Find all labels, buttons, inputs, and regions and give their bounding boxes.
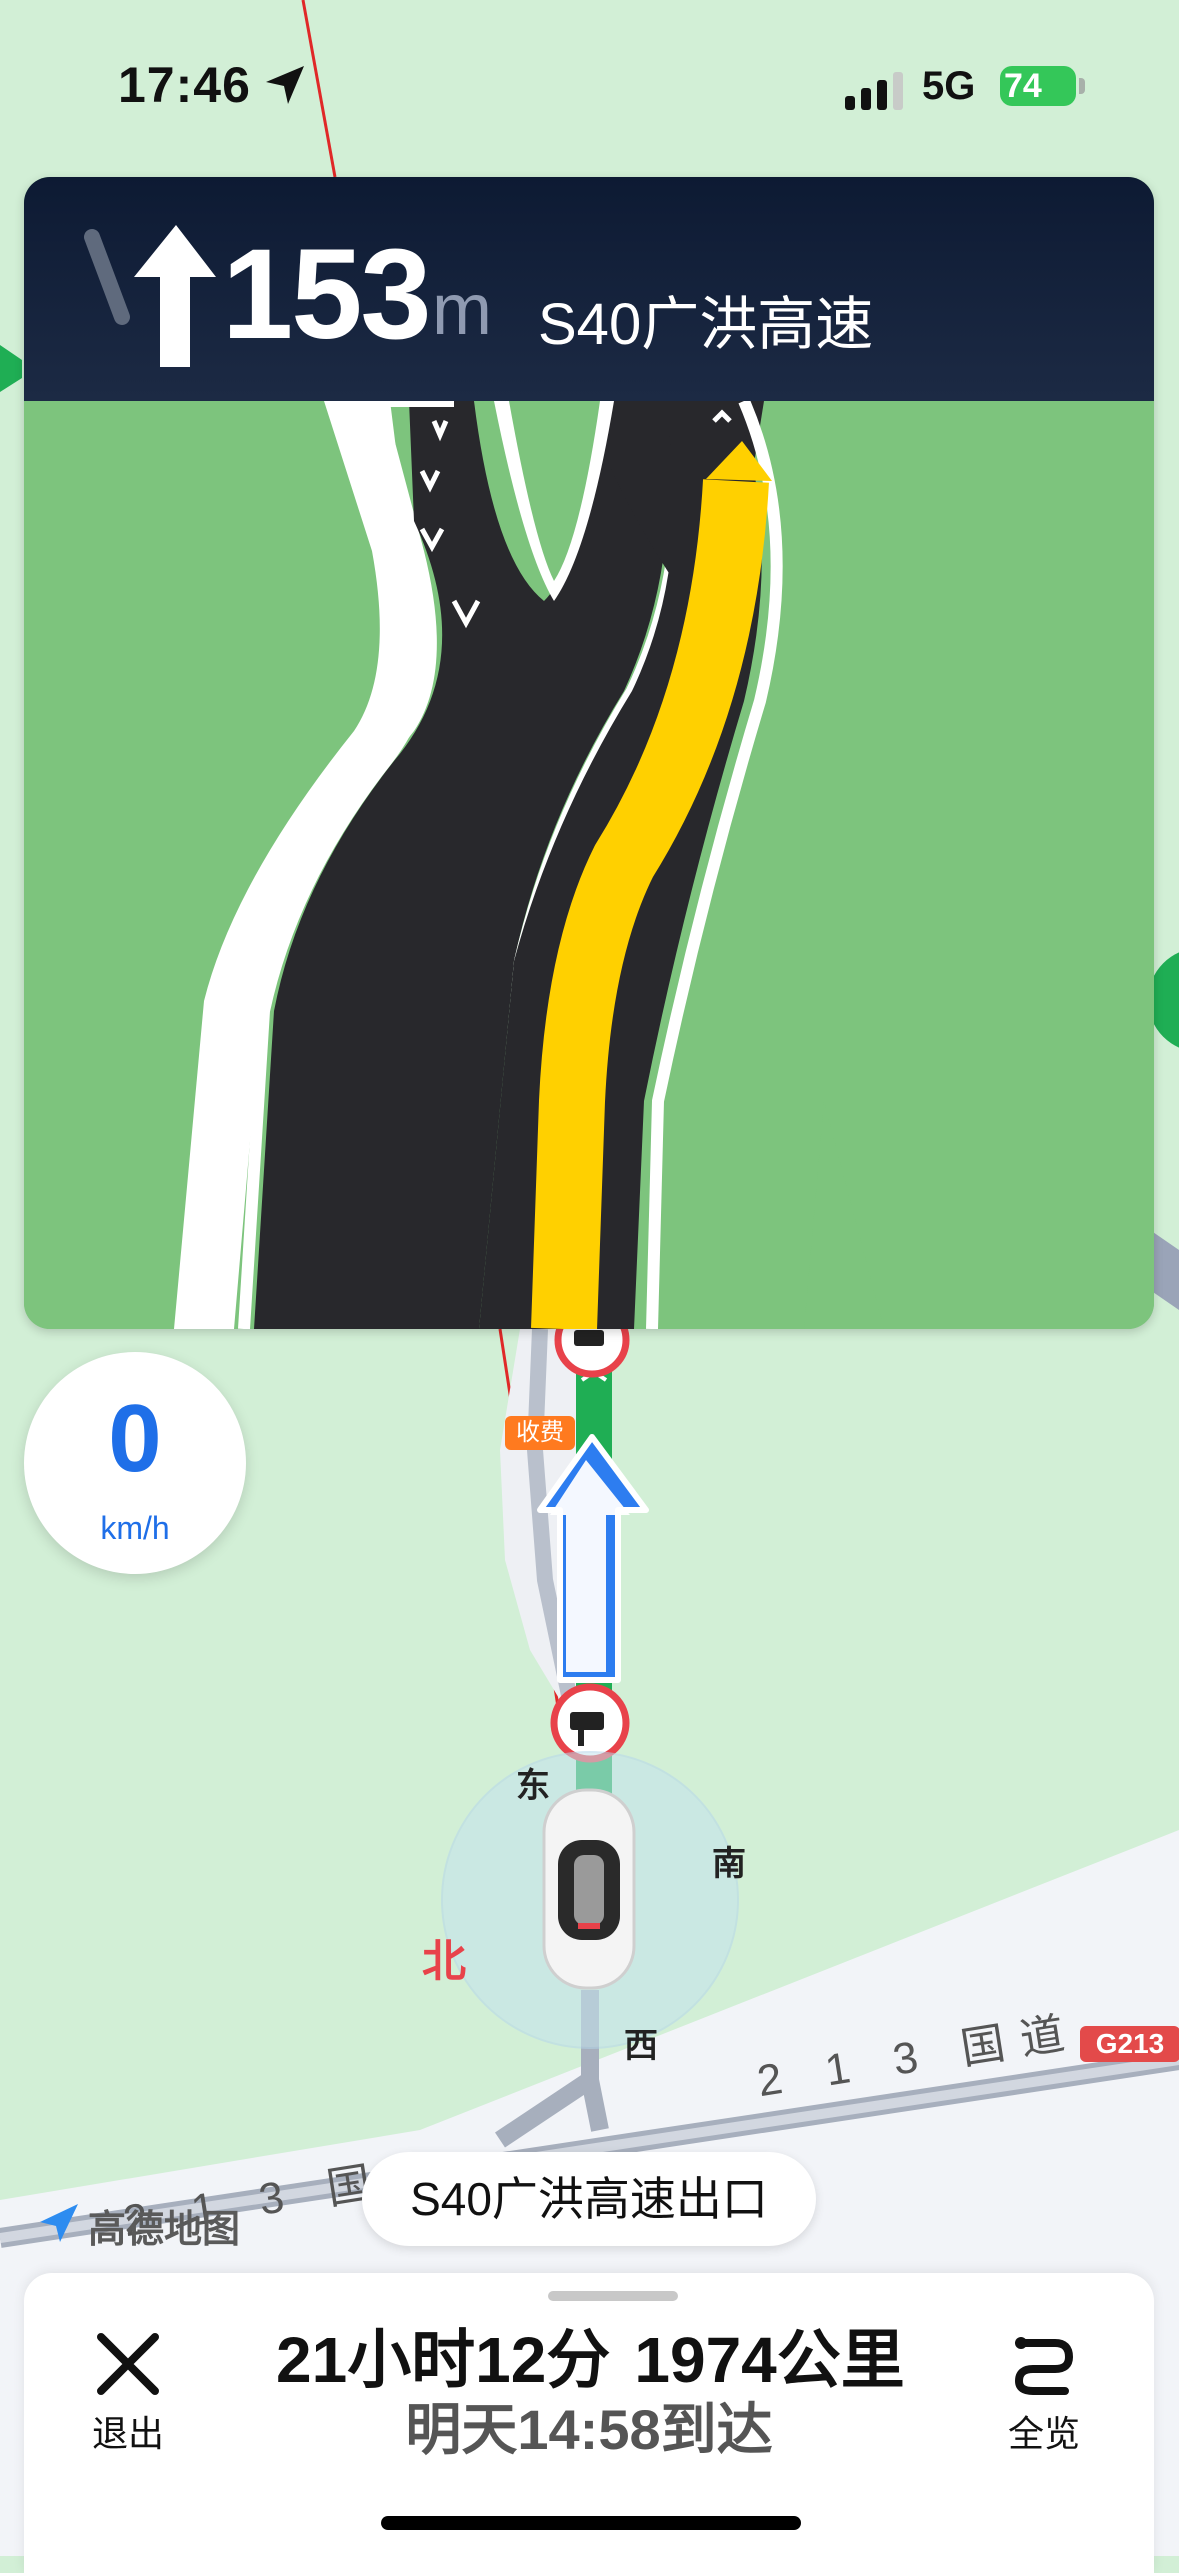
distance-unit: m: [432, 270, 492, 350]
guidance-header: 153 m S40广洪高速: [24, 177, 1154, 401]
brand-logo: 高德地图: [38, 2198, 258, 2251]
guidance-panel[interactable]: 153 m S40广洪高速: [24, 177, 1154, 1329]
signal-icon: [845, 72, 903, 110]
battery-charging-icon: 74: [1000, 66, 1076, 106]
location-arrow-icon: [266, 66, 304, 104]
overview-label: 全览: [1007, 2413, 1080, 2454]
speed-value: 0: [108, 1385, 162, 1492]
network-type: 5G: [922, 64, 976, 108]
speed-indicator: 0 km/h: [24, 1352, 246, 1574]
overview-button[interactable]: 全览: [984, 2313, 1104, 2463]
distance-value: 153: [222, 223, 432, 366]
brand-text: 高德地图: [88, 2209, 241, 2251]
battery-level: 74: [1004, 67, 1042, 105]
speed-unit: km/h: [100, 1510, 170, 1546]
status-bar: 17:46 5G 74: [0, 0, 1179, 170]
compass-south: 南: [712, 1845, 746, 1883]
compass-north: 北: [422, 1937, 466, 1986]
home-indicator[interactable]: [381, 2516, 801, 2530]
compass-west: 西: [624, 2027, 658, 2065]
arrival-time: 明天14:58到达: [405, 2398, 773, 2461]
highway-shield-g213: G213: [1080, 2026, 1179, 2062]
car-marker-icon: [542, 1788, 636, 1990]
exit-label: 退出: [91, 2413, 164, 2454]
exit-button[interactable]: 退出: [68, 2313, 188, 2463]
toll-badge: 收费: [505, 1416, 575, 1450]
route-overview-icon: [1014, 2337, 1074, 2395]
compass-east: 东: [516, 1767, 550, 1805]
straight-arrow-icon: [84, 225, 216, 367]
junction-view: [24, 401, 1154, 1329]
battery-cap: [1079, 78, 1085, 94]
drag-handle[interactable]: [548, 2291, 678, 2301]
close-icon: [97, 2333, 159, 2395]
amap-logo-icon: [40, 2204, 78, 2242]
status-time: 17:46: [118, 57, 251, 113]
speed-camera-icon: [550, 1683, 630, 1763]
exit-road-label[interactable]: S40广洪高速出口: [362, 2152, 816, 2246]
next-road-name: S40广洪高速: [538, 292, 874, 357]
